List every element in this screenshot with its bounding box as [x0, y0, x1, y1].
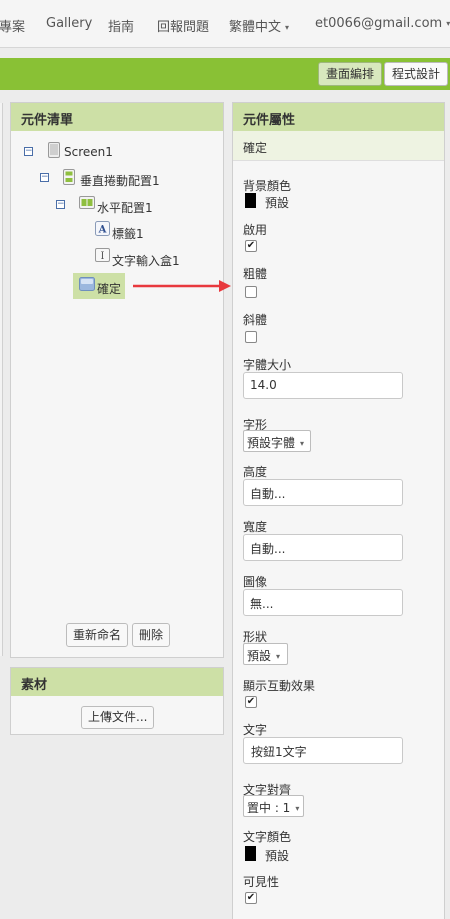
- annotation-arrow-icon: [133, 280, 231, 292]
- properties-panel-title: 元件屬性: [233, 103, 444, 131]
- selected-component-name: 確定: [233, 131, 444, 161]
- collapse-toggle-icon[interactable]: −: [56, 200, 65, 209]
- background-color-value[interactable]: 預設: [265, 194, 289, 211]
- top-navigation: 專案 Gallery 指南 回報問題 繁體中文 ▾ et0066@gmail.co…: [0, 0, 450, 48]
- font-family-select[interactable]: 預設字體 ▾: [243, 430, 311, 452]
- show-feedback-label: 顯示互動效果: [243, 679, 316, 693]
- text-input[interactable]: 按鈕1文字: [243, 737, 403, 764]
- horizontal-arrangement-icon: [79, 196, 95, 209]
- svg-text:A: A: [98, 225, 107, 236]
- height-label: 高度: [243, 465, 268, 479]
- tree-item-button-ok[interactable]: 確定: [97, 280, 121, 297]
- nav-guide[interactable]: 指南: [108, 16, 134, 35]
- background-color-swatch[interactable]: [245, 193, 256, 208]
- font-size-input[interactable]: 14.0: [243, 372, 403, 399]
- tree-item-vertical-scroll-arrangement[interactable]: 垂直捲動配置1: [80, 172, 160, 189]
- tree-item-label1[interactable]: 標籤1: [112, 225, 144, 242]
- text-label: 文字: [243, 723, 268, 737]
- nav-projects[interactable]: 專案: [0, 16, 25, 35]
- properties-panel: 元件屬性 確定 背景顏色 預設 啟用 ✔ 粗體 斜體 字體大小 14.0 字形 …: [232, 102, 445, 919]
- dropdown-caret-icon: ▾: [446, 19, 450, 28]
- visible-label: 可見性: [243, 875, 280, 889]
- show-feedback-checkbox[interactable]: ✔: [245, 696, 257, 708]
- width-input[interactable]: 自動...: [243, 534, 403, 561]
- tree-item-horizontal-arrangement[interactable]: 水平配置1: [97, 199, 153, 216]
- font-family-value: 預設字體: [247, 436, 296, 450]
- text-color-value[interactable]: 預設: [265, 847, 289, 864]
- designer-button[interactable]: 畫面編排: [318, 62, 383, 86]
- nav-report-issue[interactable]: 回報問題: [157, 16, 209, 35]
- svg-text:I: I: [101, 251, 105, 262]
- tree-item-textbox1[interactable]: 文字輸入盒1: [112, 252, 180, 269]
- bold-label: 粗體: [243, 267, 268, 281]
- font-size-label: 字體大小: [243, 358, 292, 372]
- button-icon: [79, 277, 95, 291]
- account-menu[interactable]: et0066@gmail.com ▾: [315, 16, 450, 31]
- italic-label: 斜體: [243, 313, 268, 327]
- collapse-toggle-icon[interactable]: −: [24, 147, 33, 156]
- upload-file-button[interactable]: 上傳文件...: [81, 706, 155, 729]
- dropdown-caret-icon: ▾: [285, 23, 290, 32]
- components-panel: 元件清單 − Screen1 − 垂直捲動配置1 − 水平配置1 A 標籤1 I…: [10, 102, 224, 658]
- dropdown-caret-icon: ▾: [276, 652, 281, 661]
- media-panel-title: 素材: [11, 668, 223, 696]
- image-label: 圖像: [243, 575, 268, 589]
- visible-checkbox[interactable]: ✔: [245, 892, 257, 904]
- textbox-icon: I: [95, 248, 110, 262]
- label-icon: A: [95, 221, 110, 236]
- tree-item-screen1[interactable]: Screen1: [64, 145, 113, 159]
- shape-value: 預設: [247, 649, 272, 663]
- blocks-button[interactable]: 程式設計: [384, 62, 449, 86]
- dropdown-caret-icon: ▾: [295, 804, 300, 813]
- text-alignment-select[interactable]: 置中 : 1 ▾: [243, 795, 304, 817]
- screen-icon: [48, 142, 60, 158]
- account-email: et0066@gmail.com: [315, 16, 443, 31]
- image-input[interactable]: 無...: [243, 589, 403, 616]
- italic-checkbox[interactable]: [245, 331, 257, 343]
- enabled-label: 啟用: [243, 223, 268, 237]
- collapse-toggle-icon[interactable]: −: [40, 173, 49, 182]
- dropdown-caret-icon: ▾: [300, 439, 305, 448]
- height-input[interactable]: 自動...: [243, 479, 403, 506]
- background-color-label: 背景顏色: [243, 179, 292, 193]
- width-label: 寬度: [243, 520, 268, 534]
- delete-button[interactable]: 刪除: [132, 623, 171, 647]
- shape-select[interactable]: 預設 ▾: [243, 643, 288, 665]
- enabled-checkbox[interactable]: ✔: [245, 240, 257, 252]
- components-panel-title: 元件清單: [11, 103, 223, 131]
- text-color-label: 文字顏色: [243, 830, 292, 844]
- palette-panel-edge: [0, 103, 3, 656]
- rename-button[interactable]: 重新命名: [66, 623, 129, 647]
- language-menu[interactable]: 繁體中文 ▾: [229, 16, 289, 35]
- nav-gallery[interactable]: Gallery: [46, 16, 92, 31]
- bold-checkbox[interactable]: [245, 286, 257, 298]
- media-panel: 素材 上傳文件...: [10, 667, 224, 735]
- vertical-arrangement-icon: [63, 169, 75, 185]
- editor-toolbar: 畫面編排 程式設計: [0, 58, 450, 90]
- text-color-swatch[interactable]: [245, 846, 256, 861]
- language-label: 繁體中文: [229, 20, 282, 35]
- text-alignment-value: 置中 : 1: [247, 801, 291, 815]
